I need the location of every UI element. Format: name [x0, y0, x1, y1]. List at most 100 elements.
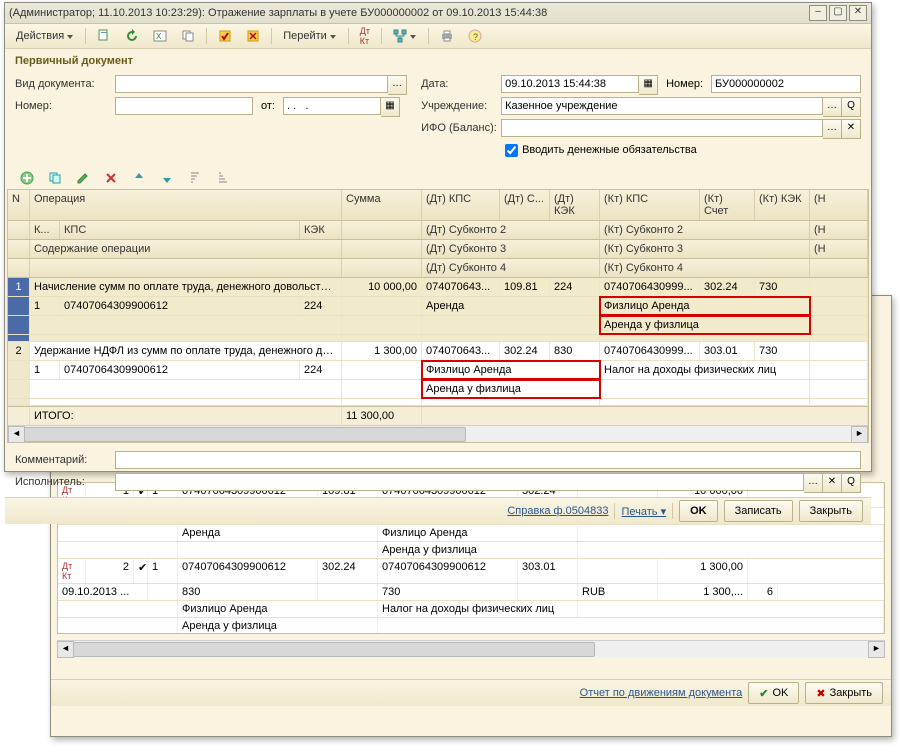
operations-grid: N Операция Сумма (Дт) КПС (Дт) С... (Дт)… [7, 189, 869, 443]
check-icon: ✔ [134, 559, 148, 583]
org-label: Учреждение: [421, 100, 501, 112]
scroll-right-icon[interactable]: ► [868, 641, 885, 658]
save-button[interactable]: Записать [724, 500, 793, 522]
ok-button[interactable]: ✔OK [748, 682, 799, 704]
actions-menu[interactable]: Действия [11, 26, 79, 46]
col-kt-schet[interactable]: (Кт) Счет [700, 190, 755, 220]
from-label: от: [253, 97, 283, 115]
main-window: (Администратор; 11.10.2013 10:23:29): От… [4, 2, 872, 472]
number-input[interactable] [711, 75, 861, 93]
close-button[interactable]: ✖Закрыть [805, 682, 883, 704]
spravka-link[interactable]: Справка ф.0504833 [507, 505, 608, 517]
report-link[interactable]: Отчет по движениям документа [580, 687, 743, 699]
front-button-bar: Справка ф.0504833 Печать ▾ OK Записать З… [5, 497, 871, 524]
unpost-icon[interactable] [241, 26, 265, 46]
edit-row-icon[interactable] [71, 168, 95, 188]
doc-type-input[interactable] [115, 75, 388, 93]
col-dt-s[interactable]: (Дт) С... [500, 190, 550, 220]
scroll-right-icon[interactable]: ► [851, 426, 868, 443]
org-input[interactable] [501, 97, 823, 115]
post-icon[interactable] [213, 26, 237, 46]
executor-label: Исполнитель: [15, 476, 115, 488]
from-input[interactable] [283, 97, 381, 115]
scroll-left-icon[interactable]: ◄ [57, 641, 74, 658]
tree-icon[interactable] [388, 26, 422, 46]
ifo-input[interactable] [501, 119, 823, 137]
highlighted-cell: Аренда у физлица [422, 380, 600, 398]
minimize-button[interactable]: – [809, 5, 827, 21]
copy-icon[interactable] [176, 26, 200, 46]
section-title: Первичный документ [5, 49, 871, 71]
lookup-button[interactable]: … [823, 119, 842, 139]
date-input[interactable] [501, 75, 639, 93]
col-dt-kek[interactable]: (Дт) КЭК [550, 190, 600, 220]
help-icon[interactable]: ? [463, 26, 487, 46]
col-sum[interactable]: Сумма [342, 190, 422, 220]
col-n[interactable]: N [8, 190, 30, 220]
table-row[interactable]: 2 Удержание НДФЛ из сумм по оплате труда… [8, 342, 868, 406]
svg-text:X: X [156, 32, 162, 41]
col-op[interactable]: Операция [30, 190, 342, 220]
num-label: Номер: [15, 100, 115, 112]
comment-label: Комментарий: [15, 454, 115, 466]
ok-button[interactable]: OK [679, 500, 718, 522]
copy-row-icon[interactable] [43, 168, 67, 188]
window-title: (Администратор; 11.10.2013 10:23:29): От… [9, 7, 809, 19]
main-toolbar: Действия X Перейти ДтКт ? [5, 24, 871, 49]
total-label: ИТОГО: [30, 407, 342, 425]
add-row-icon[interactable] [15, 168, 39, 188]
col-kt-kps[interactable]: (Кт) КПС [600, 190, 700, 220]
clear-button[interactable]: ✕ [823, 473, 842, 493]
new-icon[interactable] [92, 26, 116, 46]
comment-input[interactable] [115, 451, 861, 469]
print-menu[interactable]: Печать ▾ [621, 505, 666, 518]
excel-icon[interactable]: X [148, 26, 172, 46]
maximize-button[interactable]: ▢ [829, 5, 847, 21]
close-window-button[interactable]: ✕ [849, 5, 867, 21]
obligations-label: Вводить денежные обязательства [522, 144, 697, 156]
calendar-button[interactable]: ▦ [639, 75, 658, 95]
lookup-button[interactable]: … [823, 97, 842, 117]
sort-desc-icon[interactable] [211, 168, 235, 188]
obligations-checkbox[interactable] [505, 144, 518, 157]
print-icon[interactable] [435, 26, 459, 46]
col-kt-kek[interactable]: (Кт) КЭК [755, 190, 810, 220]
goto-menu[interactable]: Перейти [278, 26, 342, 46]
num-input[interactable] [115, 97, 253, 115]
number-label: Номер: [658, 75, 711, 93]
move-up-icon[interactable] [127, 168, 151, 188]
open-button[interactable]: Q [842, 473, 861, 493]
delete-row-icon[interactable] [99, 168, 123, 188]
close-button[interactable]: Закрыть [799, 500, 863, 522]
col-dt-kps[interactable]: (Дт) КПС [422, 190, 500, 220]
scroll-thumb[interactable] [73, 642, 595, 657]
clear-button[interactable]: ✕ [842, 119, 861, 139]
date-label: Дата: [421, 78, 501, 90]
open-button[interactable]: Q [842, 97, 861, 117]
scroll-left-icon[interactable]: ◄ [8, 426, 25, 443]
scroll-thumb[interactable] [24, 427, 466, 442]
total-sum: 11 300,00 [342, 407, 422, 425]
dtkt-icon[interactable]: ДтКт [355, 26, 375, 46]
calendar-button[interactable]: ▦ [381, 97, 400, 117]
svg-text:?: ? [473, 32, 478, 42]
hscrollbar[interactable]: ◄ ► [57, 640, 885, 657]
highlighted-cell: Физлицо Аренда [600, 297, 810, 315]
sort-asc-icon[interactable] [183, 168, 207, 188]
grid-toolbar [5, 167, 871, 189]
col-hn[interactable]: (Н [810, 190, 868, 220]
executor-input[interactable] [115, 473, 804, 491]
dtkt-icon: ДтКт [58, 559, 86, 583]
highlighted-cell: Физлицо Аренда [422, 361, 600, 379]
grid-hscrollbar[interactable]: ◄ ► [8, 425, 868, 442]
lookup-button[interactable]: … [804, 473, 823, 493]
form-area: Вид документа: … Номер: от: ▦ Дата: ▦ [5, 71, 871, 167]
ledger-row[interactable]: ДтКт 2 ✔ 1 07407064309900612 302.24 0740… [58, 559, 884, 634]
move-down-icon[interactable] [155, 168, 179, 188]
lookup-button[interactable]: … [388, 75, 407, 95]
back-button-bar: Отчет по движениям документа ✔OK ✖Закрыт… [51, 679, 891, 706]
refresh-icon[interactable] [120, 26, 144, 46]
table-row[interactable]: 1 Начисление сумм по оплате труда, денеж… [8, 278, 868, 342]
titlebar[interactable]: (Администратор; 11.10.2013 10:23:29): От… [5, 3, 871, 24]
doc-type-label: Вид документа: [15, 78, 115, 90]
